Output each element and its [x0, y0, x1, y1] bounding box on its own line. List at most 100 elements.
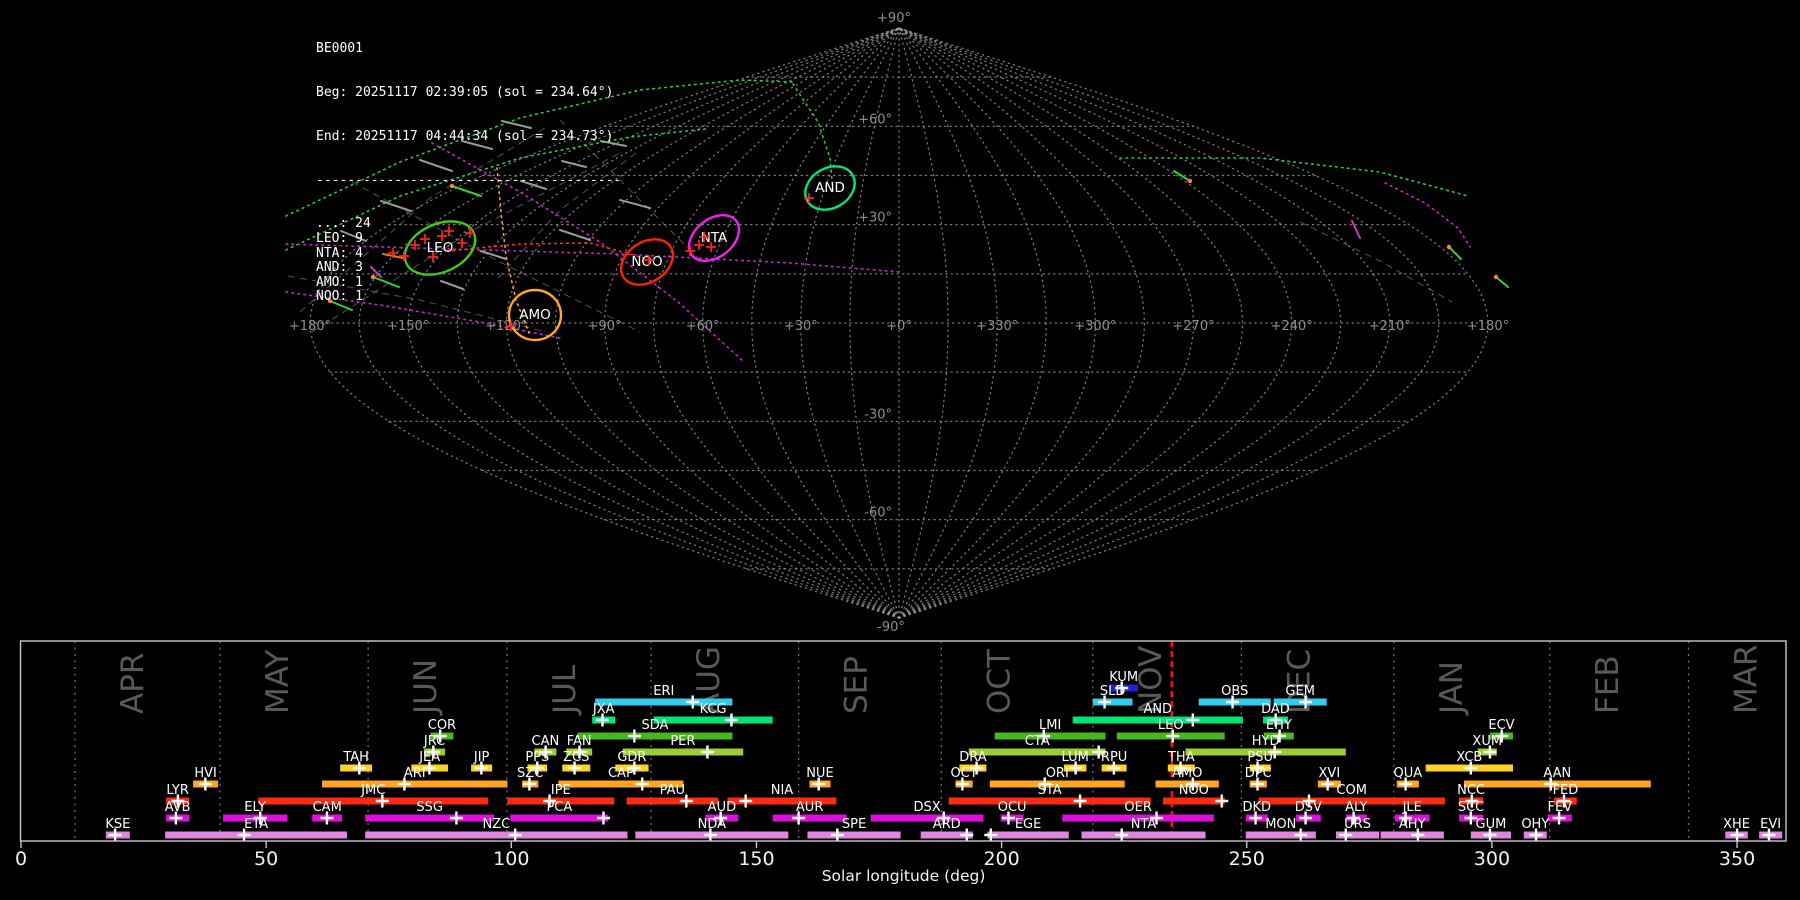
shower-bar-PCA [510, 814, 609, 822]
meteor-trail [1351, 220, 1361, 239]
shower-count-list: ...: 24 LEO: 9 NTA: 4 AND: 3 AMO: 1 NOO: 1 [316, 217, 621, 305]
shower-label-OHY: OHY [1521, 817, 1549, 832]
shower-bar-ETA [165, 831, 348, 839]
shower-label-KCG: KCG [700, 702, 727, 717]
month-label-JUL: JUL [547, 664, 583, 716]
shower-label-SZC: SZC [517, 766, 543, 781]
shower-label-CAP: CAP [608, 766, 634, 781]
shower-label-ARI: ARI [404, 766, 426, 781]
shower-label-JMC: JMC [360, 783, 385, 798]
longitude-label: +240° [1271, 319, 1313, 334]
trail-end-dot [1446, 244, 1452, 250]
month-label-OCT: OCT [981, 648, 1017, 714]
shower-label-CAM: CAM [313, 800, 342, 815]
shower-label-ORI: ORI [1046, 766, 1069, 781]
shower-label-DAD: DAD [1261, 702, 1290, 717]
count-line: NTA: 4 [316, 245, 363, 261]
shower-peak-PER [700, 745, 714, 759]
shower-label-ERI: ERI [653, 684, 674, 699]
shower-label-XCB: XCB [1456, 750, 1482, 765]
count-line: AND: 3 [316, 260, 363, 276]
month-label-JUN: JUN [408, 659, 444, 716]
meteor-trail [619, 199, 651, 209]
shower-bar-AUR [772, 814, 847, 822]
shower-bar-SPE [807, 831, 901, 839]
shower-label-FED: FED [1553, 783, 1579, 798]
shower-label-OCU: OCU [998, 800, 1027, 815]
shower-peak-PCA [596, 811, 610, 825]
x-tick-label: 100 [493, 848, 529, 870]
shower-label-PPS: PPS [525, 750, 549, 765]
meteor-trail [1448, 246, 1462, 260]
shower-label-AVB: AVB [165, 800, 191, 815]
plot-canvas: +180° +150° +120° +90° +60° +30° +0° +330° +300°… [15, 11, 1787, 885]
shower-peak-NZC [508, 828, 522, 842]
shower-peak-CAP [635, 777, 649, 791]
shower-label-AUD: AUD [708, 800, 736, 815]
shower-label-URS: URS [1344, 817, 1371, 832]
shower-label-EGE: EGE [1015, 817, 1042, 832]
radiant-drift-curve [1119, 157, 1469, 197]
latitude-label: +30° [858, 211, 892, 226]
shower-label-OCT: OCT [950, 766, 977, 781]
station-id: BE0001 [316, 41, 363, 57]
radiant-label-AND: AND [815, 180, 845, 196]
shower-peak-SDA [627, 729, 641, 743]
shower-label-ZCS: ZCS [563, 750, 589, 765]
shower-label-EVI: EVI [1760, 817, 1781, 832]
shower-label-DSX: DSX [913, 800, 940, 815]
shower-label-NTA: NTA [1131, 817, 1157, 832]
shower-label-JRC: JRC [423, 734, 445, 749]
shower-label-NUE: NUE [806, 766, 833, 781]
shower-label-AHY: AHY [1399, 817, 1426, 832]
shower-bar-EGE [987, 831, 1069, 839]
shower-label-EHY: EHY [1266, 718, 1292, 733]
fov-line [1299, 221, 1453, 303]
shower-label-MON: MON [1265, 817, 1296, 832]
shower-label-ETA: ETA [244, 817, 268, 832]
x-tick-label: 0 [15, 848, 27, 870]
shower-label-PAU: PAU [660, 783, 685, 798]
longitude-label: +30° [784, 319, 818, 334]
shower-bar-KCG [653, 716, 773, 724]
shower-label-JLE: JLE [1402, 800, 1422, 815]
longitude-label: +60° [686, 319, 720, 334]
shower-label-FAN: FAN [567, 734, 592, 749]
shower-label-GEM: GEM [1285, 684, 1315, 699]
shower-label-SSG: SSG [416, 800, 443, 815]
longitude-label: +180° [1467, 319, 1509, 334]
shower-label-COR: COR [428, 718, 456, 733]
shower-peak-STA [1073, 794, 1087, 808]
shower-peak-NOO [1215, 794, 1229, 808]
month-label-FEB: FEB [1590, 655, 1626, 714]
activity-timeline: APR MAY JUN JUL AUG SEP OCT NOV DEC JAN FEB MARKUME… [15, 640, 1787, 885]
shower-label-NCC: NCC [1457, 783, 1485, 798]
shower-bar-SDA [577, 732, 733, 740]
shower-bar-JMC [258, 797, 489, 805]
shower-label-HYD: HYD [1252, 734, 1280, 749]
longitude-label: +150° [387, 319, 429, 334]
x-axis-title: Solar longitude (deg) [822, 867, 986, 885]
shower-label-ELY: ELY [244, 800, 266, 815]
shower-label-THA: THA [1167, 750, 1195, 765]
radiant-drift-curve [1384, 182, 1471, 248]
shower-label-AAN: AAN [1543, 766, 1571, 781]
shower-peak-NIA [739, 794, 753, 808]
month-label-SEP: SEP [839, 656, 875, 714]
shower-label-OER: OER [1124, 800, 1151, 815]
shower-label-NDA: NDA [698, 817, 727, 832]
x-tick-label: 50 [254, 848, 278, 870]
latitude-label: -60° [864, 506, 892, 521]
shower-peak-ARD [960, 828, 974, 842]
shower-peak-SSG [449, 811, 463, 825]
shower-label-NOO: NOO [1179, 783, 1209, 798]
shower-label-JEA: JEA [418, 750, 440, 765]
separator-line: --------------------------------------- [316, 172, 622, 188]
x-tick-label: 150 [738, 848, 774, 870]
shower-label-LMI: LMI [1039, 718, 1061, 733]
shower-peak-KCG [724, 713, 738, 727]
shower-label-JXA: JXA [592, 702, 615, 717]
shower-label-DKD: DKD [1243, 800, 1272, 815]
shower-label-IPE: IPE [551, 783, 571, 798]
trail-end-dot [1493, 274, 1499, 280]
